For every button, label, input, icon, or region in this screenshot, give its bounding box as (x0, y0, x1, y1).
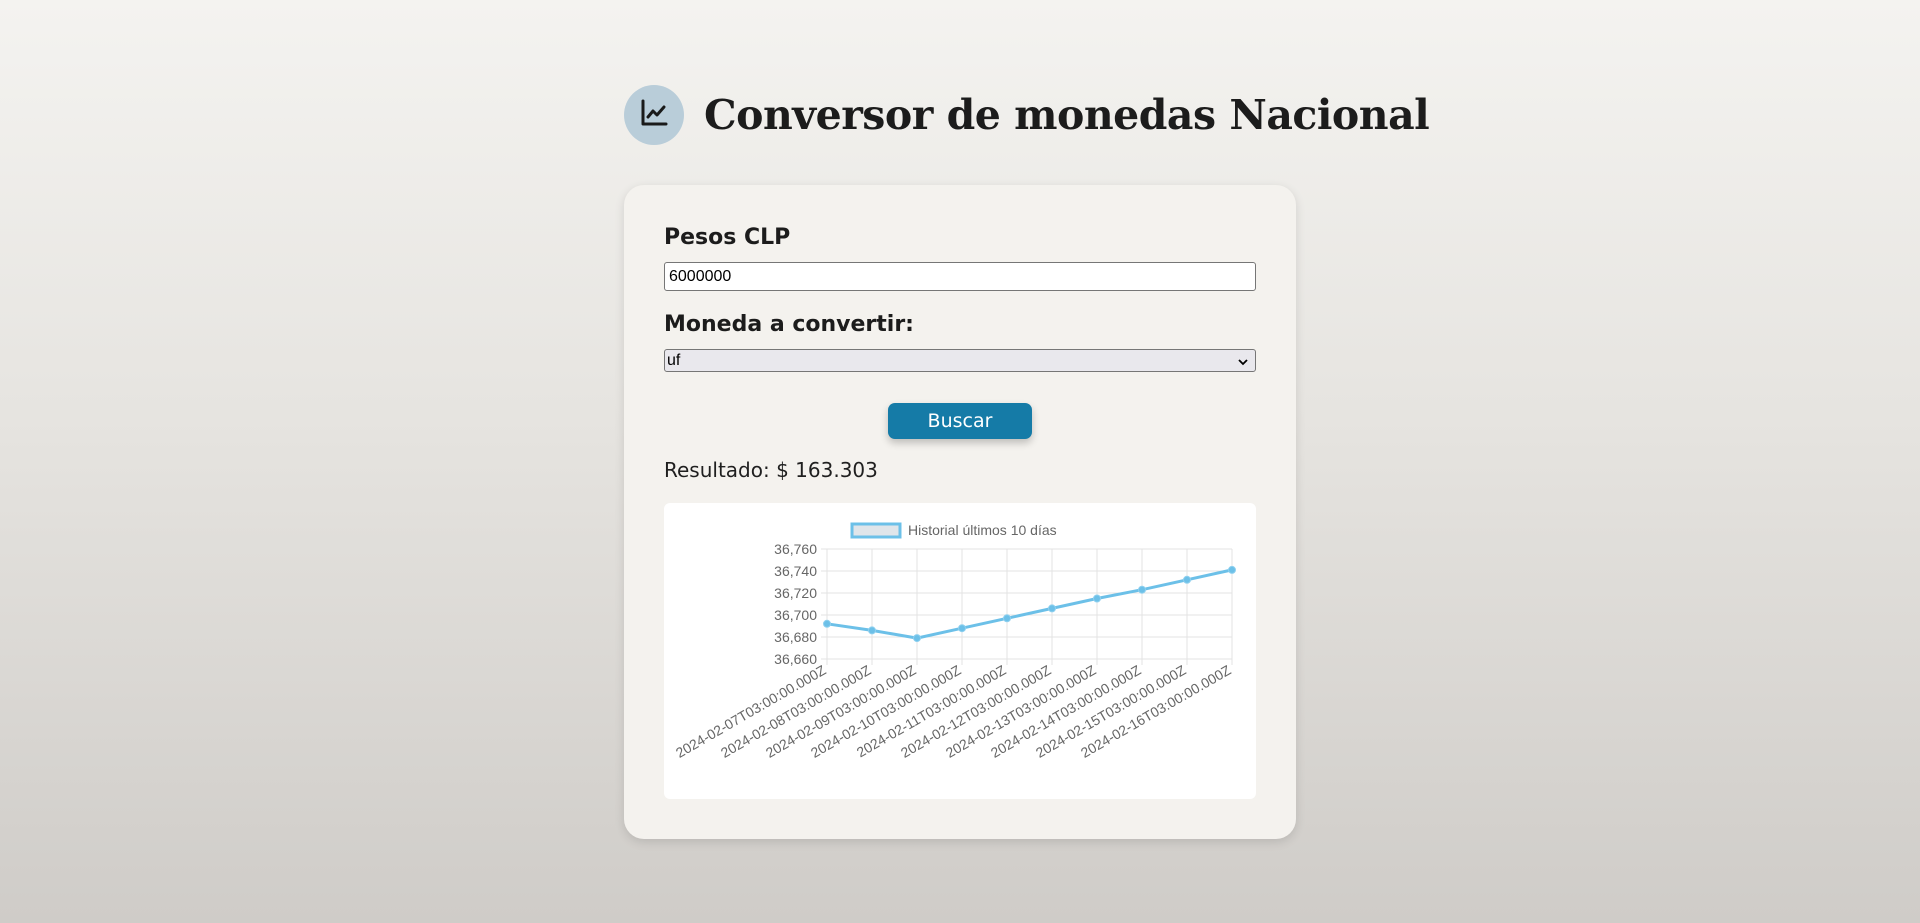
y-tick-label: 36,660 (774, 651, 817, 667)
data-point (1048, 604, 1056, 613)
y-tick-label: 36,760 (774, 541, 817, 557)
data-point (868, 626, 876, 635)
chevron-down-icon (1237, 353, 1249, 374)
logo (624, 85, 684, 145)
currency-label: Moneda a convertir: (664, 312, 914, 337)
data-point (1228, 565, 1236, 574)
chart-svg: Historial últimos 10 días 36,760 36,740 36,… (673, 522, 1236, 761)
legend-label: Historial últimos 10 días (908, 522, 1057, 538)
y-tick-label: 36,680 (774, 629, 817, 645)
history-chart: Historial últimos 10 días 36,760 36,740 36,… (664, 503, 1256, 799)
page-title: Conversor de monedas Nacional (704, 91, 1430, 139)
data-point (1093, 594, 1101, 603)
data-point (958, 624, 966, 633)
legend-swatch (850, 522, 902, 539)
data-point (1183, 575, 1191, 584)
app-header: Conversor de monedas Nacional (624, 85, 1430, 145)
converter-card: Pesos CLP 6000000 Moneda a convertir: uf… (624, 185, 1296, 839)
data-point (1138, 585, 1146, 594)
amount-label: Pesos CLP (664, 225, 791, 250)
data-point (913, 634, 921, 643)
y-tick-label: 36,720 (774, 585, 817, 601)
y-tick-label: 36,700 (774, 607, 817, 623)
search-button[interactable]: Buscar (888, 403, 1032, 439)
currency-select[interactable]: uf (664, 349, 1256, 372)
y-tick-label: 36,740 (774, 563, 817, 579)
data-point (1003, 614, 1011, 623)
amount-input[interactable]: 6000000 (664, 262, 1256, 291)
data-point (823, 619, 831, 628)
line-chart-icon (638, 97, 670, 133)
result-text: Resultado: $ 163.303 (664, 458, 878, 482)
currency-selected-value: uf (667, 352, 681, 369)
series-line (826, 568, 1233, 640)
